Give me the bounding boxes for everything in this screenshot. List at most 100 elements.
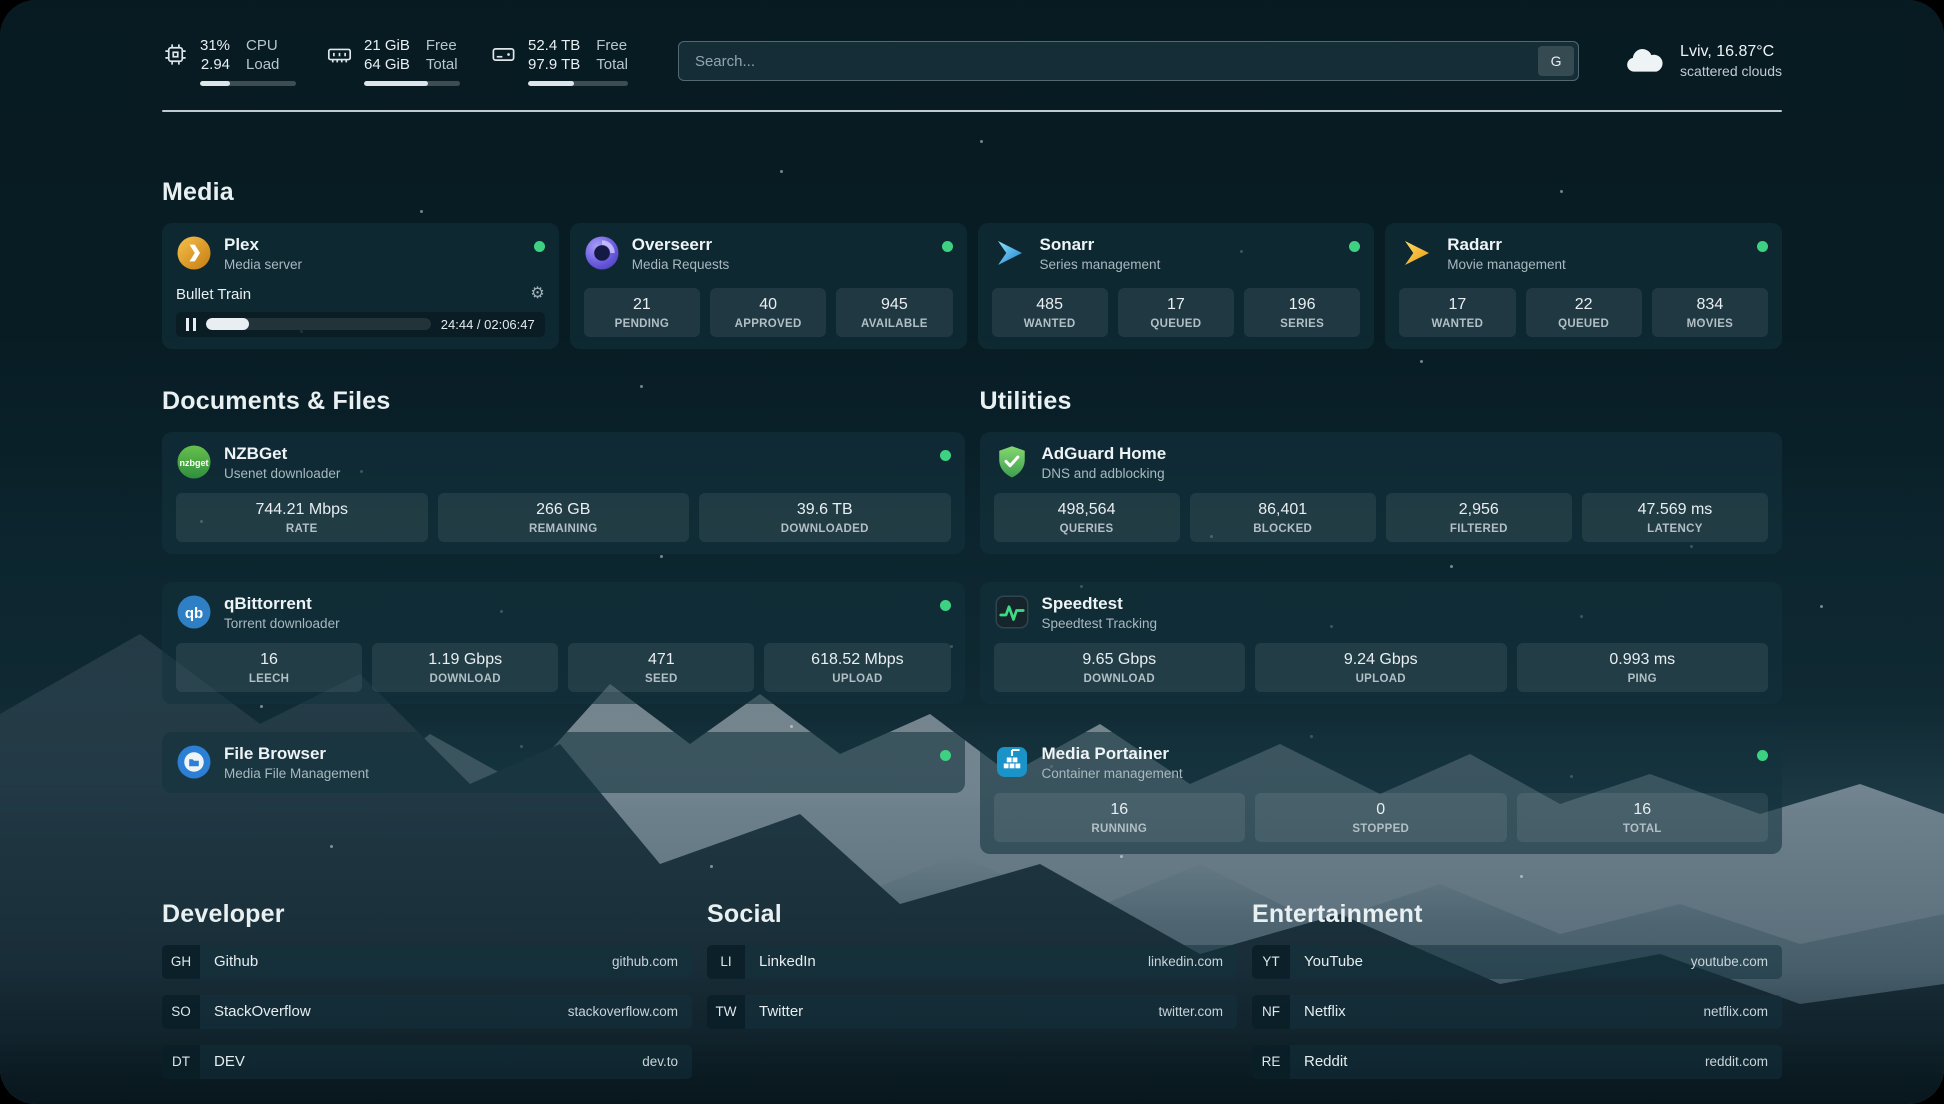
snow-speckles [0, 0, 3, 3]
service-subtitle: Media File Management [224, 766, 369, 781]
service-subtitle: DNS and adblocking [1042, 466, 1167, 481]
sonarr-card[interactable]: Sonarr Series management 485 WANTED 17 Q… [978, 223, 1375, 349]
system-widgets: 31% 2.94 CPU Load [162, 36, 628, 86]
documents-section-title: Documents & Files [162, 387, 965, 416]
section-utilities: Utilities AdGuard Home DNS and adblockin… [980, 387, 1783, 854]
topbar: 31% 2.94 CPU Load [162, 36, 1782, 86]
filebrowser-icon [176, 744, 212, 780]
bookmark-url: stackoverflow.com [568, 1004, 678, 1019]
portainer-card[interactable]: Media Portainer Container management 16 … [980, 732, 1783, 854]
stat-tile: 39.6 TB DOWNLOADED [699, 493, 951, 542]
memory-free-value: 21 GiB [364, 36, 410, 55]
search-input[interactable] [678, 41, 1579, 81]
bookmark-abbr: RE [1252, 1045, 1290, 1079]
service-name: NZBGet [224, 444, 340, 464]
bookmark-youtube[interactable]: YT YouTube youtube.com [1252, 945, 1782, 979]
stat-tile: 498,564 QUERIES [994, 493, 1180, 542]
bookmark-abbr: GH [162, 945, 200, 979]
service-name: Plex [224, 235, 302, 255]
section-documents: Documents & Files nzbget NZBGet Usenet d… [162, 387, 965, 854]
portainer-icon [994, 744, 1030, 780]
gear-icon[interactable]: ⚙ [530, 286, 544, 302]
qbittorrent-icon: qb [176, 594, 212, 630]
status-dot [940, 750, 951, 761]
stat-tile: 16 TOTAL [1517, 793, 1769, 842]
bookmark-name: Reddit [1304, 1053, 1347, 1070]
disk-free-value: 52.4 TB [528, 36, 580, 55]
bookmark-stackoverflow[interactable]: SO StackOverflow stackoverflow.com [162, 995, 692, 1029]
stat-tile: 22 QUEUED [1526, 288, 1642, 337]
stat-tile: 744.21 Mbps RATE [176, 493, 428, 542]
bookmark-abbr: TW [707, 995, 745, 1029]
nzbget-card[interactable]: nzbget NZBGet Usenet downloader 744.21 M… [162, 432, 965, 554]
status-dot [1757, 241, 1768, 252]
adguard-card[interactable]: AdGuard Home DNS and adblocking 498,564 … [980, 432, 1783, 554]
bookmark-name: Netflix [1304, 1003, 1346, 1020]
stat-tile: 485 WANTED [992, 288, 1108, 337]
nzbget-icon: nzbget [176, 444, 212, 480]
bookmark-url: reddit.com [1705, 1054, 1768, 1069]
memory-icon [326, 41, 353, 68]
status-dot [940, 600, 951, 611]
stat-tile: 834 MOVIES [1652, 288, 1768, 337]
stat-tile: 86,401 BLOCKED [1190, 493, 1376, 542]
service-subtitle: Usenet downloader [224, 466, 340, 481]
bookmark-abbr: DT [162, 1045, 200, 1079]
radarr-card[interactable]: Radarr Movie management 17 WANTED 22 QUE… [1385, 223, 1782, 349]
stat-tile: 266 GB REMAINING [438, 493, 690, 542]
service-subtitle: Movie management [1447, 257, 1566, 272]
overseerr-card[interactable]: Overseerr Media Requests 21 PENDING 40 A… [570, 223, 967, 349]
speedtest-icon [994, 594, 1030, 630]
sonarr-icon [992, 235, 1028, 271]
bookmark-abbr: YT [1252, 945, 1290, 979]
memory-total-value: 64 GiB [364, 55, 410, 74]
stat-tile: 9.24 Gbps UPLOAD [1255, 643, 1507, 692]
service-subtitle: Media Requests [632, 257, 730, 272]
disk-total-label: Total [596, 55, 628, 74]
bookmark-name: LinkedIn [759, 953, 816, 970]
playback-time: 24:44 / 02:06:47 [441, 317, 535, 332]
cpu-load-value: 2.94 [200, 55, 230, 74]
developer-section-title: Developer [162, 900, 692, 929]
section-developer: Developer GH Github github.com SO StackO… [162, 900, 692, 1079]
bookmark-github[interactable]: GH Github github.com [162, 945, 692, 979]
bookmark-name: StackOverflow [214, 1003, 311, 1020]
status-dot [534, 241, 545, 252]
playback-progress[interactable] [206, 318, 431, 330]
service-subtitle: Media server [224, 257, 302, 272]
bookmark-url: dev.to [642, 1054, 678, 1069]
bookmark-abbr: NF [1252, 995, 1290, 1029]
service-name: Media Portainer [1042, 744, 1183, 764]
bookmark-linkedin[interactable]: LI LinkedIn linkedin.com [707, 945, 1237, 979]
stat-tile: 9.65 Gbps DOWNLOAD [994, 643, 1246, 692]
bookmark-twitter[interactable]: TW Twitter twitter.com [707, 995, 1237, 1029]
pause-icon[interactable] [186, 318, 196, 331]
cpu-label: CPU [246, 36, 279, 55]
speedtest-card[interactable]: Speedtest Speedtest Tracking 9.65 Gbps D… [980, 582, 1783, 704]
bookmark-dev[interactable]: DT DEV dev.to [162, 1045, 692, 1079]
search-engine-button[interactable]: G [1538, 46, 1574, 76]
svg-text:nzbget: nzbget [180, 458, 209, 468]
bookmark-reddit[interactable]: RE Reddit reddit.com [1252, 1045, 1782, 1079]
stat-tile: 40 APPROVED [710, 288, 826, 337]
stat-tile: 618.52 Mbps UPLOAD [764, 643, 950, 692]
filebrowser-card[interactable]: File Browser Media File Management [162, 732, 965, 793]
bookmark-url: linkedin.com [1148, 954, 1223, 969]
stat-tile: 16 RUNNING [994, 793, 1246, 842]
stat-tile: 0 STOPPED [1255, 793, 1507, 842]
section-social: Social LI LinkedIn linkedin.com TW Twitt… [707, 900, 1237, 1079]
plex-card[interactable]: Plex Media server Bullet Train ⚙ [162, 223, 559, 349]
memory-widget: 21 GiB 64 GiB Free Total [326, 36, 460, 86]
cpu-load-label: Load [246, 55, 279, 74]
service-name: Sonarr [1040, 235, 1161, 255]
bookmark-netflix[interactable]: NF Netflix netflix.com [1252, 995, 1782, 1029]
stat-tile: 16 LEECH [176, 643, 362, 692]
disk-progressbar [528, 81, 628, 86]
service-subtitle: Speedtest Tracking [1042, 616, 1158, 631]
topbar-divider [162, 110, 1782, 112]
qbittorrent-card[interactable]: qb qBittorrent Torrent downloader 16 [162, 582, 965, 704]
service-name: Speedtest [1042, 594, 1158, 614]
stat-tile: 17 QUEUED [1118, 288, 1234, 337]
memory-free-label: Free [426, 36, 458, 55]
status-dot [940, 450, 951, 461]
